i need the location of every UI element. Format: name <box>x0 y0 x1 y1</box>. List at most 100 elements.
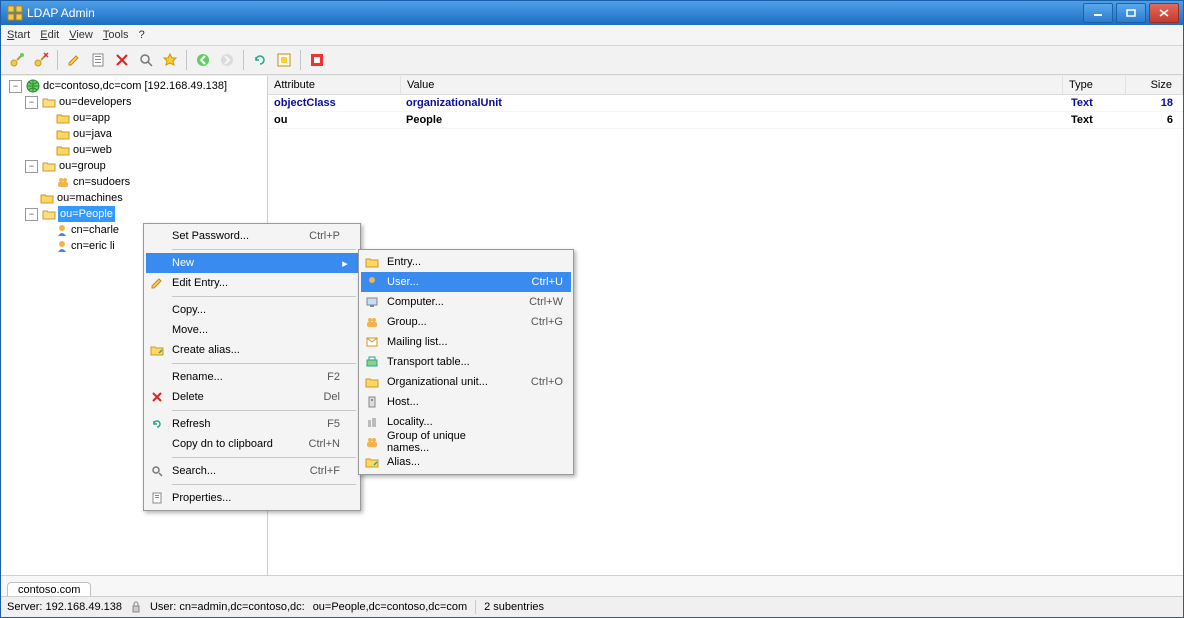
tb-disconnect-icon[interactable] <box>31 50 51 70</box>
tb-edit-icon[interactable] <box>64 50 84 70</box>
hdr-value[interactable]: Value <box>401 76 1063 94</box>
tb-search-icon[interactable] <box>136 50 156 70</box>
user-icon <box>366 276 378 288</box>
close-button[interactable] <box>1149 3 1179 23</box>
sub-mailing-list[interactable]: Mailing list... <box>361 332 571 352</box>
ctx-edit-entry[interactable]: Edit Entry... <box>146 273 358 293</box>
maximize-button[interactable] <box>1116 3 1146 23</box>
context-menu: Set Password...Ctrl+P New▸ Edit Entry...… <box>143 223 361 511</box>
folder-icon <box>56 128 70 140</box>
folder-open-icon <box>42 96 56 108</box>
ctx-move[interactable]: Move... <box>146 320 358 340</box>
tb-back-icon[interactable] <box>193 50 213 70</box>
tree-web[interactable]: ou=web <box>39 142 267 158</box>
tab-strip: contoso.com <box>1 575 1183 596</box>
sub-group[interactable]: Group...Ctrl+G <box>361 312 571 332</box>
window-title: LDAP Admin <box>27 6 95 20</box>
pencil-icon <box>150 276 164 290</box>
ctx-search[interactable]: Search...Ctrl+F <box>146 461 358 481</box>
tree-developers[interactable]: −ou=developers <box>23 94 267 110</box>
folder-open-icon <box>42 160 56 172</box>
sub-transport-table[interactable]: Transport table... <box>361 352 571 372</box>
menu-view[interactable]: View <box>69 29 93 41</box>
tb-forward-icon[interactable] <box>217 50 237 70</box>
tb-refresh-icon[interactable] <box>250 50 270 70</box>
grid-row[interactable]: ou People Text 6 <box>268 112 1183 129</box>
app-window: LDAP Admin SStarttart Edit View Tools ? <box>0 0 1184 618</box>
status-bar: Server: 192.168.49.138 User: cn=admin,dc… <box>1 596 1183 617</box>
tree-group[interactable]: −ou=group <box>23 158 267 174</box>
folder-icon <box>365 376 379 388</box>
alias-icon <box>365 456 379 468</box>
tb-schema-icon[interactable] <box>274 50 294 70</box>
delete-icon <box>151 391 163 403</box>
sub-host[interactable]: Host... <box>361 392 571 412</box>
sub-computer[interactable]: Computer...Ctrl+W <box>361 292 571 312</box>
search-icon <box>151 465 163 477</box>
hdr-type[interactable]: Type <box>1063 76 1126 94</box>
locality-icon <box>366 416 378 428</box>
ctx-refresh[interactable]: RefreshF5 <box>146 414 358 434</box>
attribute-grid: Attribute Value Type Size objectClass or… <box>268 76 1183 129</box>
tree-java[interactable]: ou=java <box>39 126 267 142</box>
grid-header: Attribute Value Type Size <box>268 76 1183 95</box>
globe-icon <box>26 79 40 93</box>
sub-entry[interactable]: Entry... <box>361 252 571 272</box>
alias-icon <box>150 344 164 356</box>
tb-properties-icon[interactable] <box>88 50 108 70</box>
folder-icon <box>56 144 70 156</box>
folder-icon <box>56 112 70 124</box>
user-icon <box>56 240 68 252</box>
folder-icon <box>365 256 379 268</box>
group-icon <box>365 436 379 448</box>
transport-icon <box>366 356 378 368</box>
window-buttons <box>1083 3 1179 23</box>
tree-people[interactable]: −ou=People <box>23 206 267 222</box>
status-path: ou=People,dc=contoso,dc=com <box>313 601 467 613</box>
menubar: SStarttart Edit View Tools ? <box>1 25 1183 46</box>
tb-delete-icon[interactable] <box>112 50 132 70</box>
user-icon <box>56 224 68 236</box>
group-icon <box>56 176 70 188</box>
ctx-delete[interactable]: DeleteDel <box>146 387 358 407</box>
ctx-rename[interactable]: Rename...F2 <box>146 367 358 387</box>
hdr-attribute[interactable]: Attribute <box>268 76 401 94</box>
sub-organizational-unit[interactable]: Organizational unit...Ctrl+O <box>361 372 571 392</box>
folder-icon <box>40 192 54 204</box>
ctx-copy[interactable]: Copy... <box>146 300 358 320</box>
ctx-create-alias[interactable]: Create alias... <box>146 340 358 360</box>
computer-icon <box>366 296 378 308</box>
group-icon <box>365 316 379 328</box>
tree-app[interactable]: ou=app <box>39 110 267 126</box>
tree-sudoers[interactable]: cn=sudoers <box>39 174 267 190</box>
ctx-properties[interactable]: Properties... <box>146 488 358 508</box>
tb-connect-icon[interactable] <box>7 50 27 70</box>
menu-start[interactable]: SStarttart <box>7 29 30 41</box>
refresh-icon <box>151 418 163 430</box>
minimize-button[interactable] <box>1083 3 1113 23</box>
tree-root[interactable]: − dc=contoso,dc=com [192.168.49.138] <box>7 78 267 94</box>
titlebar: LDAP Admin <box>1 1 1183 25</box>
ctx-new[interactable]: New▸ <box>146 253 358 273</box>
sub-group-unique-names[interactable]: Group of unique names... <box>361 432 571 452</box>
menu-tools[interactable]: Tools <box>103 29 129 41</box>
hdr-size[interactable]: Size <box>1126 76 1183 94</box>
connection-tab[interactable]: contoso.com <box>7 582 91 597</box>
grid-row[interactable]: objectClass organizationalUnit Text 18 <box>268 95 1183 112</box>
tb-modify-icon[interactable] <box>160 50 180 70</box>
tree-machines[interactable]: ou=machines <box>23 190 267 206</box>
menu-help[interactable]: ? <box>139 29 145 41</box>
ctx-set-password[interactable]: Set Password...Ctrl+P <box>146 226 358 246</box>
folder-open-icon <box>42 208 56 220</box>
tb-stop-icon[interactable] <box>307 50 327 70</box>
menu-edit[interactable]: Edit <box>40 29 59 41</box>
ctx-copy-dn[interactable]: Copy dn to clipboardCtrl+N <box>146 434 358 454</box>
app-icon <box>7 5 23 21</box>
properties-icon <box>151 492 163 504</box>
status-subentries: 2 subentries <box>484 601 544 613</box>
status-user: User: cn=admin,dc=contoso,dc: <box>150 601 305 613</box>
host-icon <box>366 396 378 408</box>
sub-user[interactable]: User...Ctrl+U <box>361 272 571 292</box>
sub-locality[interactable]: Locality... <box>361 412 571 432</box>
sub-alias[interactable]: Alias... <box>361 452 571 472</box>
